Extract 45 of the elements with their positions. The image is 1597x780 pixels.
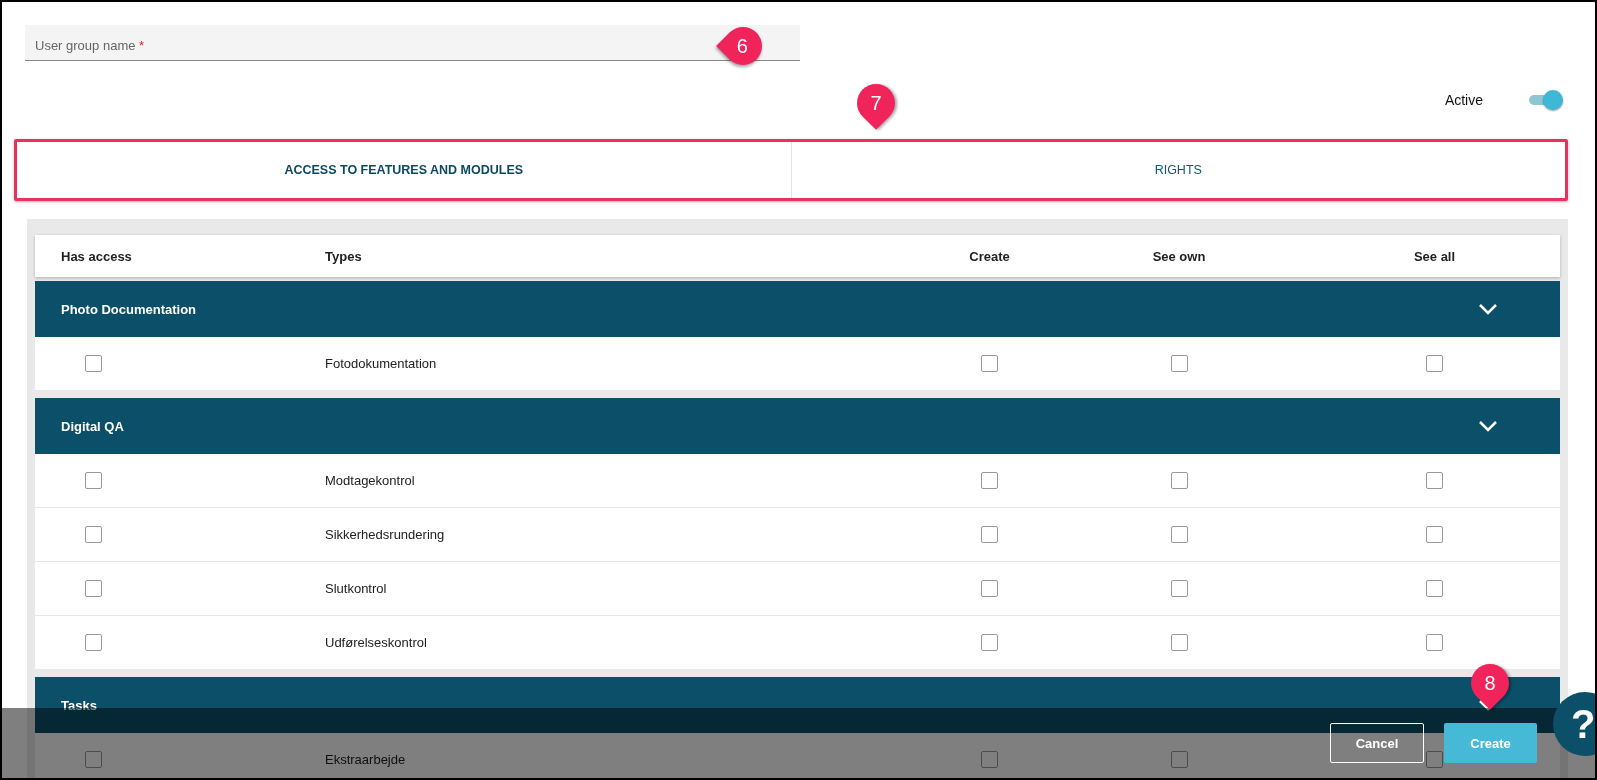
checkbox[interactable]: [1170, 634, 1188, 651]
group-header[interactable]: Digital QA: [35, 398, 1560, 454]
checkbox[interactable]: [85, 580, 102, 597]
checkbox[interactable]: [981, 580, 998, 597]
field-label: User group name *: [35, 38, 145, 53]
column-header: See all: [1412, 248, 1457, 264]
table-cell: Ekstraarbejde: [325, 752, 406, 767]
checkbox[interactable]: [1170, 472, 1188, 489]
checkbox[interactable]: [1170, 355, 1188, 372]
column-header: Has access: [60, 248, 133, 264]
table-cell: Modtagekontrol: [325, 473, 415, 488]
column-header: Create: [968, 248, 1011, 264]
checkbox[interactable]: [85, 751, 102, 768]
checkbox[interactable]: [1426, 634, 1443, 651]
checkbox[interactable]: [1426, 526, 1443, 543]
column-header: See own: [1151, 248, 1207, 264]
checkbox[interactable]: [981, 472, 998, 489]
checkbox[interactable]: [981, 355, 998, 372]
checkbox[interactable]: [1426, 355, 1443, 372]
checkbox[interactable]: [981, 751, 998, 768]
checkbox[interactable]: [1170, 526, 1188, 543]
table-cell: Udførelseskontrol: [325, 635, 427, 650]
table-cell: Slutkontrol: [325, 581, 387, 596]
chevron-icon[interactable]: [1478, 420, 1498, 432]
checkbox[interactable]: [981, 526, 998, 543]
tab[interactable]: RIGHTS: [790, 142, 1565, 198]
checkbox[interactable]: [85, 355, 102, 372]
checkbox[interactable]: [981, 634, 998, 651]
cancel-button[interactable]: Cancel: [1330, 723, 1424, 763]
table-cell: Sikkerhedsrundering: [325, 527, 445, 542]
checkbox[interactable]: [85, 526, 102, 543]
checkbox[interactable]: [1170, 751, 1188, 768]
tab[interactable]: ACCESS TO FEATURES AND MODULES: [17, 142, 791, 198]
checkbox[interactable]: [85, 634, 102, 651]
checkbox[interactable]: [1426, 472, 1443, 489]
checkbox[interactable]: [1170, 580, 1188, 597]
group-header[interactable]: Photo Documentation: [35, 281, 1560, 337]
checkbox[interactable]: [1426, 580, 1443, 597]
active-toggle[interactable]: [1527, 90, 1563, 110]
column-header: Types: [325, 248, 363, 264]
checkbox[interactable]: [1426, 751, 1443, 768]
chevron-icon[interactable]: [1478, 303, 1498, 315]
checkbox[interactable]: [85, 472, 102, 489]
table-cell: Fotodokumentation: [325, 356, 437, 371]
active-label: Active: [1444, 92, 1483, 108]
